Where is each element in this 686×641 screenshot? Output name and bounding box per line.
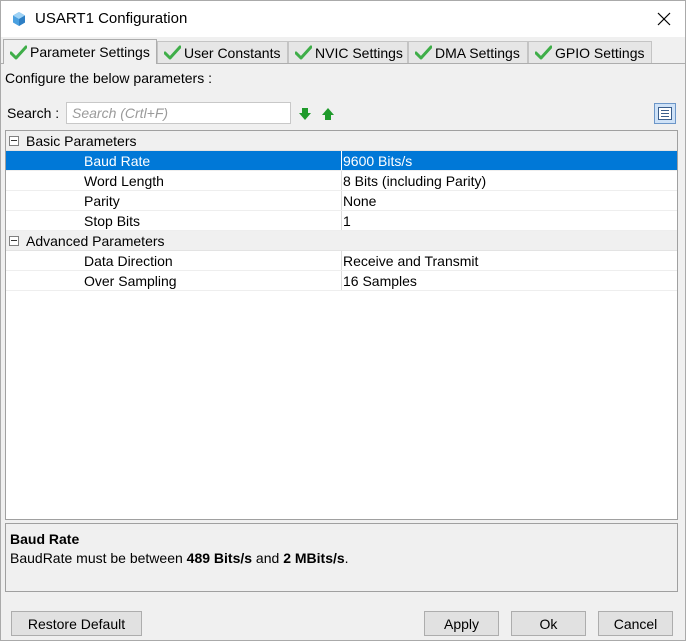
- tab-label: NVIC Settings: [315, 44, 403, 61]
- list-view-icon: [658, 107, 672, 120]
- parameter-name: Data Direction: [84, 253, 173, 269]
- tab-label: Parameter Settings: [30, 44, 150, 60]
- parameter-grid: Basic Parameters Baud Rate 9600 Bits/s W…: [5, 130, 678, 520]
- parameter-name: Parity: [84, 193, 120, 209]
- restore-default-button[interactable]: Restore Default: [11, 611, 142, 636]
- parameter-row-parity[interactable]: Parity None: [6, 191, 677, 211]
- parameter-value[interactable]: 8 Bits (including Parity): [343, 173, 486, 189]
- close-button[interactable]: [649, 5, 679, 33]
- tab-dma-settings[interactable]: DMA Settings: [408, 41, 528, 63]
- description-prefix: BaudRate must be between: [10, 550, 187, 566]
- description-panel: Baud Rate BaudRate must be between 489 B…: [5, 523, 678, 592]
- search-input[interactable]: [66, 102, 291, 124]
- parameter-name: Word Length: [84, 173, 164, 189]
- check-icon: [535, 45, 552, 60]
- column-divider: [341, 271, 342, 290]
- arrow-down-icon[interactable]: [298, 107, 312, 121]
- check-icon: [415, 45, 432, 60]
- arrow-up-icon[interactable]: [321, 107, 335, 121]
- description-text: BaudRate must be between 489 Bits/s and …: [10, 550, 349, 566]
- parameter-row-over-sampling[interactable]: Over Sampling 16 Samples: [6, 271, 677, 291]
- parameter-row-word-length[interactable]: Word Length 8 Bits (including Parity): [6, 171, 677, 191]
- tab-label: User Constants: [184, 44, 281, 61]
- tab-label: DMA Settings: [435, 44, 520, 61]
- description-max: 2 MBits/s: [283, 550, 345, 566]
- group-basic-parameters[interactable]: Basic Parameters: [6, 131, 677, 151]
- parameter-value[interactable]: None: [343, 193, 376, 209]
- list-view-button[interactable]: [654, 103, 676, 124]
- parameter-name: Over Sampling: [84, 273, 177, 289]
- parameter-row-stop-bits[interactable]: Stop Bits 1: [6, 211, 677, 231]
- check-icon: [295, 45, 312, 60]
- check-icon: [10, 45, 27, 59]
- parameter-name: Baud Rate: [84, 153, 151, 169]
- parameter-value[interactable]: 1: [343, 213, 351, 229]
- cube-app-icon: [13, 12, 25, 26]
- configure-instruction: Configure the below parameters :: [5, 70, 212, 86]
- collapse-icon[interactable]: [9, 236, 19, 246]
- tab-bar: Parameter Settings User Constants NVIC S…: [1, 39, 685, 65]
- check-icon: [164, 45, 181, 60]
- column-divider: [341, 151, 342, 170]
- group-advanced-parameters[interactable]: Advanced Parameters: [6, 231, 677, 251]
- search-label: Search :: [7, 105, 60, 121]
- description-min: 489 Bits/s: [186, 550, 253, 566]
- group-label: Basic Parameters: [26, 133, 137, 149]
- description-suffix: .: [344, 550, 349, 566]
- column-divider: [341, 211, 342, 230]
- column-divider: [341, 171, 342, 190]
- close-icon: [657, 12, 671, 26]
- parameter-value[interactable]: Receive and Transmit: [343, 253, 478, 269]
- parameter-name: Stop Bits: [84, 213, 141, 229]
- tab-gpio-settings[interactable]: GPIO Settings: [528, 41, 652, 63]
- apply-button[interactable]: Apply: [424, 611, 499, 636]
- description-title: Baud Rate: [10, 531, 80, 547]
- column-divider: [341, 191, 342, 210]
- parameter-value[interactable]: 9600 Bits/s: [343, 153, 412, 169]
- window-title: USART1 Configuration: [35, 10, 188, 27]
- parameter-row-data-direction[interactable]: Data Direction Receive and Transmit: [6, 251, 677, 271]
- column-divider: [341, 251, 342, 270]
- parameter-row-baud-rate[interactable]: Baud Rate 9600 Bits/s: [6, 151, 677, 171]
- cancel-button[interactable]: Cancel: [598, 611, 673, 636]
- ok-button[interactable]: Ok: [511, 611, 586, 636]
- usart1-configuration-dialog: USART1 Configuration Parameter Settings …: [0, 0, 686, 641]
- tab-nvic-settings[interactable]: NVIC Settings: [288, 41, 408, 63]
- title-bar: USART1 Configuration: [1, 1, 685, 37]
- tab-label: GPIO Settings: [555, 44, 645, 61]
- parameter-value[interactable]: 16 Samples: [343, 273, 417, 289]
- tab-user-constants[interactable]: User Constants: [157, 41, 288, 63]
- tab-parameter-settings[interactable]: Parameter Settings: [3, 39, 157, 64]
- group-label: Advanced Parameters: [26, 233, 165, 249]
- description-middle: and: [252, 550, 284, 566]
- collapse-icon[interactable]: [9, 136, 19, 146]
